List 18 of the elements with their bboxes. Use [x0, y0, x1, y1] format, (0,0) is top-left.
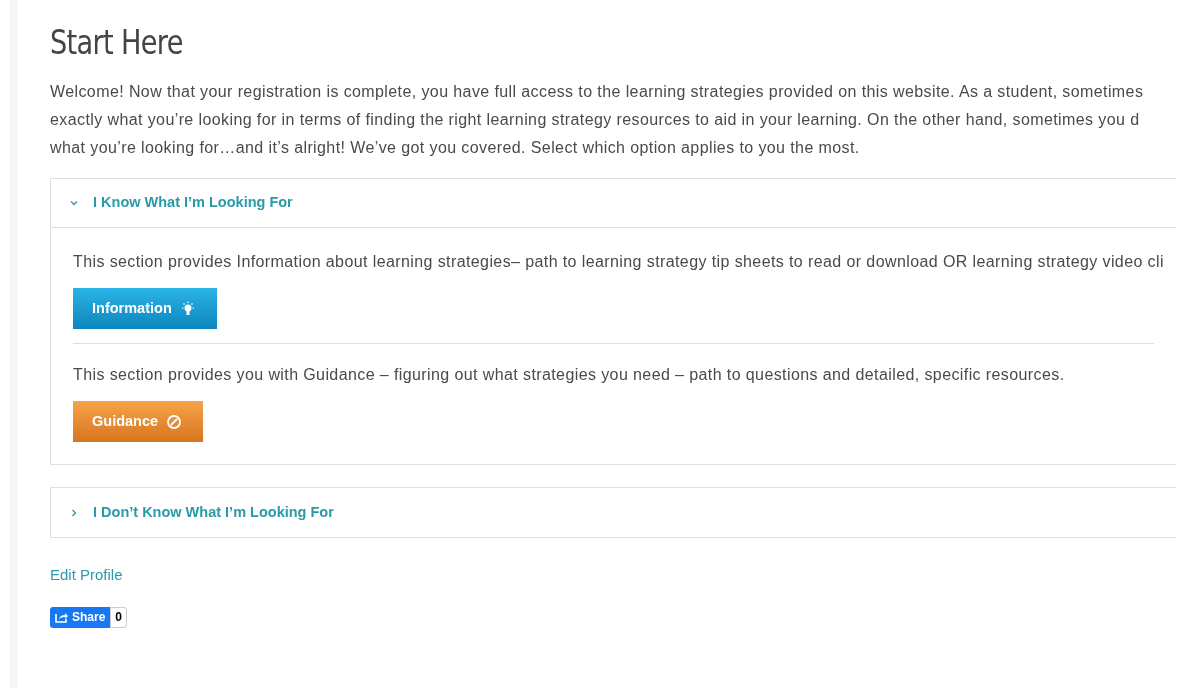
section-text: This section provides you with Guidance – figuring out what strategies you need – path to questions and detailed, specific resources.: [73, 365, 1065, 385]
accordion-header[interactable]: I Don’t Know What I’m Looking For: [93, 501, 334, 524]
guidance-button[interactable]: Guidance: [73, 401, 203, 442]
intro-text: Welcome! Now that your registration is complete, you have full access to the learning strategies provided on this website. As a student, sometimes: [50, 82, 1144, 102]
information-button[interactable]: Information: [73, 288, 217, 329]
share-icon: [55, 611, 69, 623]
section-text: This section provides Information about learning strategies– path to learning strategy tip sheets to read or download OR learning strategy video cli: [73, 252, 1164, 272]
lightbulb-icon: [179, 300, 196, 317]
prohibited-icon: [166, 413, 183, 430]
share-count: 0: [110, 606, 128, 628]
page-title: Start Here: [50, 22, 183, 62]
edit-profile-link[interactable]: Edit Profile: [50, 564, 123, 587]
chevron-right-icon[interactable]: [69, 507, 79, 518]
intro-text: exactly what you’re looking for in terms of finding the right learning strategy resources to aid in your learning. On the other hand, sometimes you d: [50, 110, 1140, 130]
chevron-down-icon[interactable]: [69, 198, 79, 208]
intro-text: what you’re looking for…and it’s alright! We’ve got you covered. Select which option applies to you the most.: [50, 138, 860, 158]
accordion-header[interactable]: I Know What I’m Looking For: [93, 192, 293, 214]
share-button[interactable]: Share: [50, 606, 111, 628]
